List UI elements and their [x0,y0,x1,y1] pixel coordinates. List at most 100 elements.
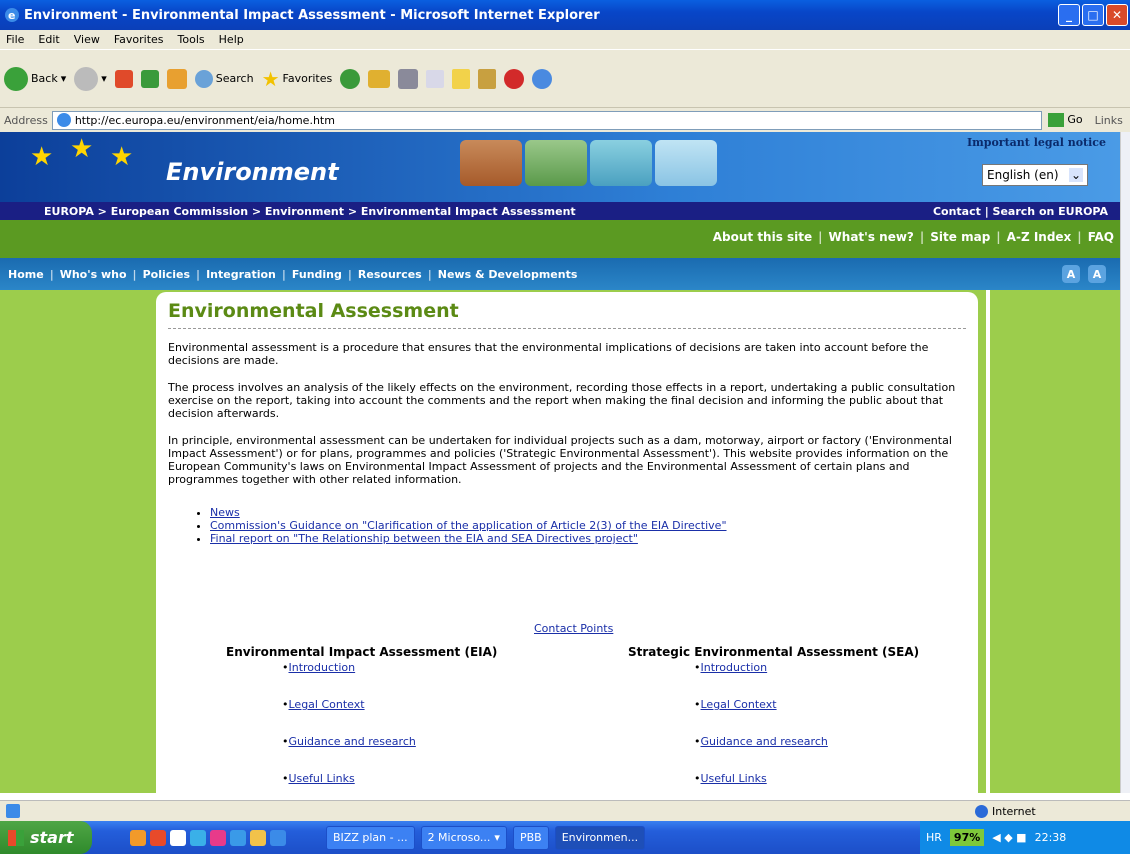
list-item: News [210,506,966,519]
menu-file[interactable]: File [6,33,24,46]
edit-icon[interactable] [426,69,445,88]
menu-help[interactable]: Help [219,33,244,46]
contact-search-links[interactable]: Contact | Search on EUROPA [933,205,1108,218]
quick-launch [130,829,286,846]
nav-news[interactable]: News & Developments [438,268,578,281]
app-icon[interactable] [190,829,206,846]
maximize-button[interactable]: □ [1082,4,1104,26]
sea-legal-context-link[interactable]: Legal Context [701,698,777,711]
sea-guidance-link[interactable]: Guidance and research [701,735,828,748]
address-input[interactable]: http://ec.europa.eu/environment/eia/home… [51,110,1042,130]
whats-new-link[interactable]: What's new? [829,230,914,244]
task-microsoft[interactable]: 2 Microso... ▾ [420,825,507,850]
eu-star-icon: ★ [70,134,94,164]
text-larger-button[interactable]: A [1088,265,1106,283]
eia-guidance-link[interactable]: Guidance and research [289,735,416,748]
eia-introduction-link[interactable]: Introduction [289,661,356,674]
menu-edit[interactable]: Edit [38,33,59,46]
forward-arrow-icon [74,66,99,91]
app-icon[interactable] [130,829,146,846]
intro-paragraph: Environmental assessment is a procedure … [168,341,929,367]
stop-icon[interactable] [114,69,133,88]
toolbar: Back ▾ ▾ Search ★ Favorites [0,50,1130,108]
refresh-icon[interactable] [140,69,159,88]
notes-icon[interactable] [452,68,471,89]
sea-introduction-link[interactable]: Introduction [701,661,768,674]
eu-star-icon: ★ [30,142,54,172]
app-icon[interactable] [170,829,186,846]
battery-indicator[interactable]: 97% [949,829,985,846]
task-environment[interactable]: Environmen... [554,825,646,850]
vertical-scrollbar[interactable] [1120,132,1130,793]
app-icon[interactable] [150,829,166,846]
contact-points-link[interactable]: Contact Points [534,622,613,635]
tray-icons: ◀ ◆ ■ [992,831,1027,844]
history-icon[interactable] [340,68,361,89]
start-button[interactable]: start [0,821,92,854]
favorites-button[interactable]: ★ Favorites [262,67,333,91]
folder-icon[interactable] [250,829,266,846]
menu-tools[interactable]: Tools [178,33,205,46]
nav-funding[interactable]: Funding [292,268,342,281]
water-image [590,140,652,186]
nav-home[interactable]: Home [8,268,44,281]
title-bar: e Environment - Environmental Impact Ass… [0,0,1130,30]
language-indicator[interactable]: HR [926,831,942,844]
nav-policies[interactable]: Policies [143,268,190,281]
chevron-down-icon: ⌄ [1068,168,1083,182]
go-arrow-icon [1047,113,1064,127]
task-pbb[interactable]: PBB [512,825,549,850]
about-link[interactable]: About this site [713,230,812,244]
menu-favorites[interactable]: Favorites [114,33,164,46]
legal-notice-link[interactable]: Important legal notice [967,136,1106,149]
search-icon [194,69,213,88]
nav-resources[interactable]: Resources [358,268,422,281]
process-paragraph: The process involves an analysis of the … [168,381,956,420]
windows-logo-icon [8,829,24,846]
system-tray: HR 97% ◀ ◆ ■ 22:38 [920,821,1130,854]
page-icon [56,113,71,127]
window-title: Environment - Environmental Impact Asses… [24,7,600,23]
site-map-link[interactable]: Site map [930,230,990,244]
svg-text:e: e [8,9,15,22]
print-icon[interactable] [398,68,419,89]
ie-icon[interactable] [270,829,286,846]
minimize-button[interactable]: _ [1058,4,1080,26]
go-button[interactable]: Go [1047,113,1083,127]
guidance-link[interactable]: Commission's Guidance on "Clarification … [210,519,727,532]
app-icon[interactable] [210,829,226,846]
addon-icon[interactable] [504,68,525,89]
forward-button[interactable]: ▾ [74,66,107,91]
nav-integration[interactable]: Integration [206,268,276,281]
sea-useful-links-link[interactable]: Useful Links [701,772,767,785]
final-report-link[interactable]: Final report on "The Relationship betwee… [210,532,638,545]
faq-link[interactable]: FAQ [1088,230,1114,244]
app-icon[interactable] [230,829,246,846]
messenger-icon[interactable] [532,68,553,89]
banner-images [460,140,717,186]
news-list: News Commission's Guidance on "Clarifica… [210,506,966,545]
az-index-link[interactable]: A-Z Index [1007,230,1072,244]
close-button[interactable]: ✕ [1106,4,1128,26]
language-select[interactable]: English (en) ⌄ [982,164,1088,186]
eia-legal-context-link[interactable]: Legal Context [289,698,365,711]
task-bizz-plan[interactable]: BIZZ plan - ... [326,825,415,850]
news-link[interactable]: News [210,506,240,519]
search-button[interactable]: Search [194,69,254,88]
menu-view[interactable]: View [74,33,100,46]
breadcrumb-path[interactable]: EUROPA > European Commission > Environme… [44,205,576,218]
home-icon[interactable] [166,68,187,89]
sky-image [655,140,717,186]
eia-useful-links-link[interactable]: Useful Links [289,772,355,785]
links-button[interactable]: Links [1095,114,1123,127]
back-button[interactable]: Back ▾ [4,66,66,91]
mail-icon[interactable] [368,69,391,88]
nav-whos-who[interactable]: Who's who [60,268,127,281]
site-banner: ★ ★ ★ Environment Important legal notice… [0,132,1120,202]
research-icon[interactable] [478,68,497,89]
text-smaller-button[interactable]: A [1062,265,1080,283]
clock: 22:38 [1034,831,1067,844]
eia-heading: Environmental Impact Assessment (EIA) [226,645,498,659]
menu-bar: File Edit View Favorites Tools Help [0,30,1130,50]
eu-star-icon: ★ [110,142,134,172]
